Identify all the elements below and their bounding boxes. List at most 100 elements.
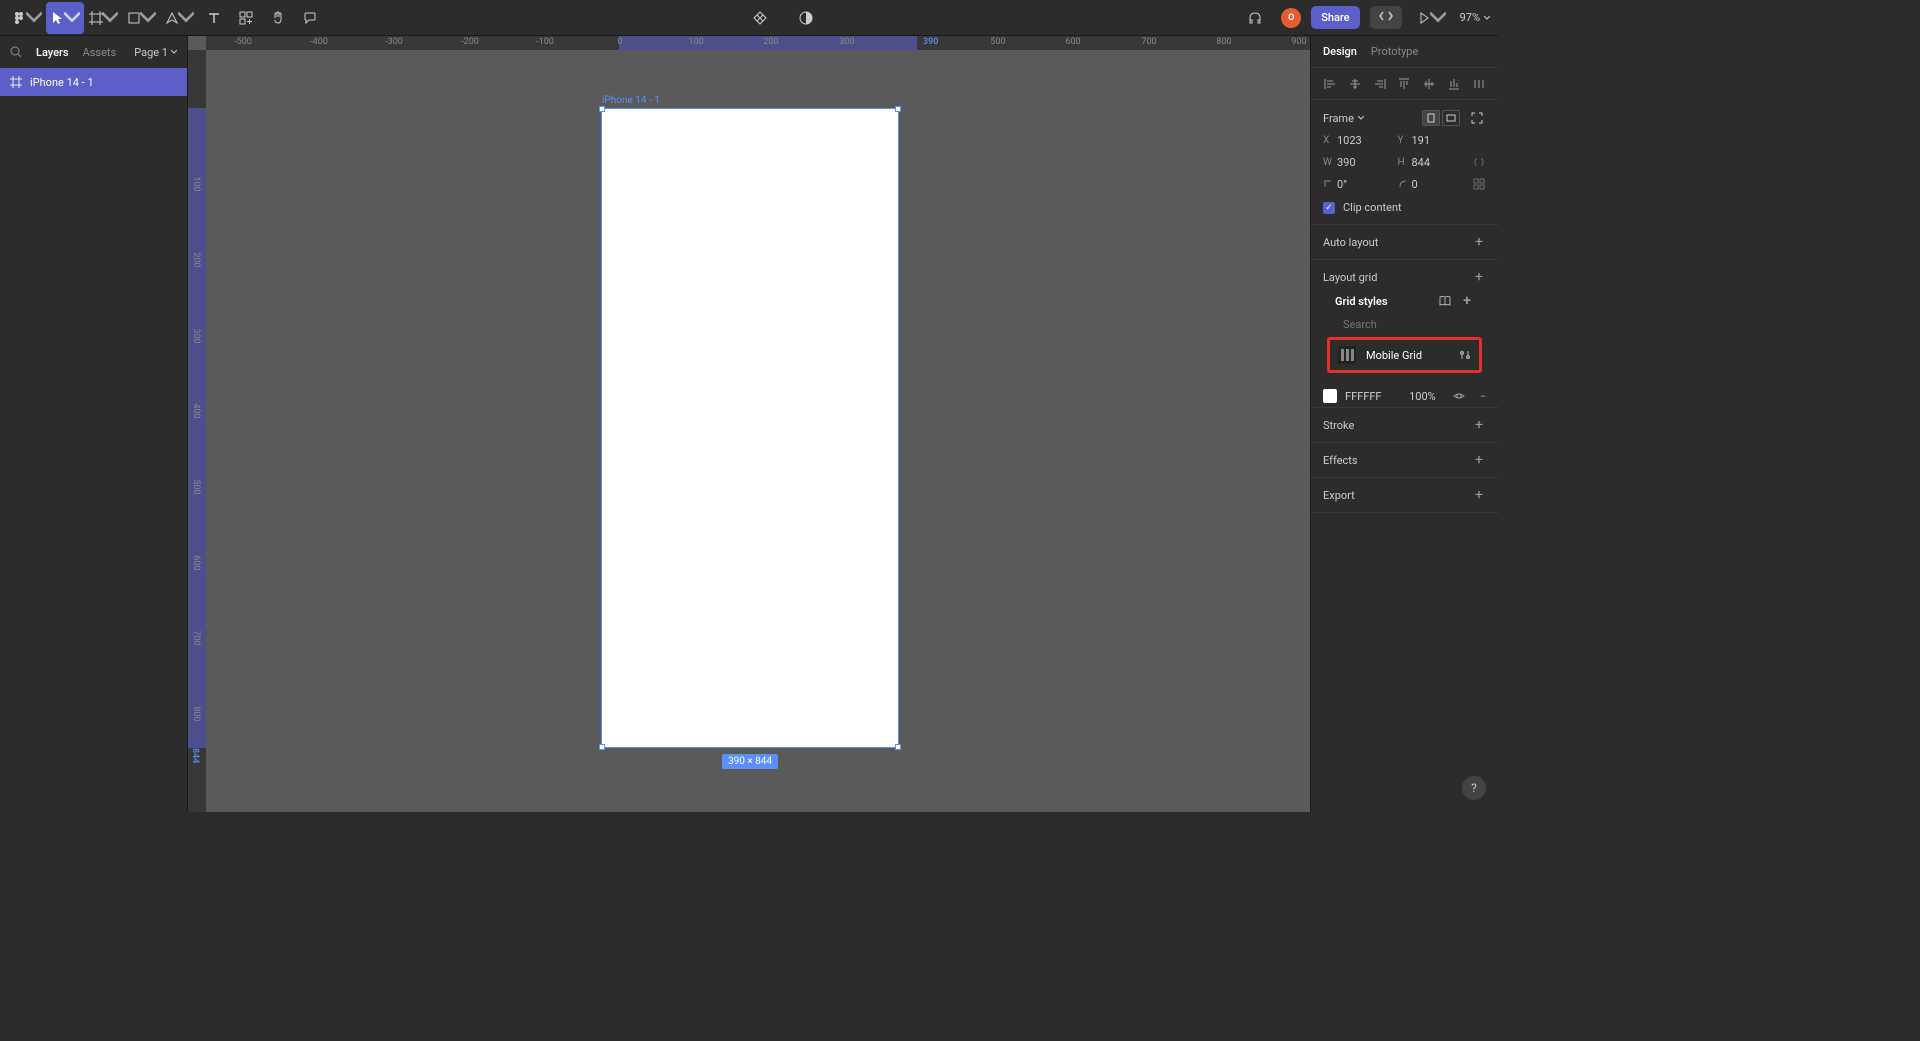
resize-handle-br[interactable] <box>895 744 901 750</box>
align-row <box>1311 68 1498 100</box>
component-icon-button[interactable] <box>744 2 776 34</box>
align-hcenter-button[interactable] <box>1346 75 1364 93</box>
ruler-tick: 800 <box>191 706 201 721</box>
frame-horizontal-button[interactable] <box>1442 110 1460 126</box>
comment-tool-button[interactable] <box>294 2 326 34</box>
library-icon[interactable] <box>1438 294 1452 308</box>
clip-content-label: Clip content <box>1343 201 1402 214</box>
clip-content-checkbox[interactable] <box>1323 202 1335 214</box>
add-auto-layout-button[interactable]: + <box>1472 235 1486 249</box>
radius-input[interactable] <box>1412 178 1454 191</box>
frame-tool-button[interactable] <box>84 2 122 34</box>
ruler-v-selection <box>188 108 206 748</box>
text-tool-button[interactable] <box>198 2 230 34</box>
x-label: X <box>1323 135 1333 146</box>
text-icon <box>206 10 222 26</box>
ruler-tick: 500 <box>191 479 201 494</box>
frame-icon <box>10 76 22 88</box>
align-top-button[interactable] <box>1395 75 1413 93</box>
move-tool-button[interactable] <box>46 2 84 34</box>
rotation-input[interactable] <box>1337 178 1379 191</box>
headphones-icon <box>1247 10 1263 26</box>
canvas-area[interactable]: -500 -400 -300 -200 -100 0 100 200 300 3… <box>188 36 1310 812</box>
layer-item-frame[interactable]: iPhone 14 - 1 <box>0 68 187 96</box>
add-stroke-button[interactable]: + <box>1472 418 1486 432</box>
ruler-tick: -300 <box>385 37 403 47</box>
layer-name-label: iPhone 14 - 1 <box>30 76 94 89</box>
w-input[interactable] <box>1337 156 1379 169</box>
main-menu-button[interactable] <box>8 2 46 34</box>
ruler-tick: -400 <box>310 37 328 47</box>
zoom-value: 97% <box>1460 11 1480 24</box>
frame-section-title[interactable]: Frame <box>1323 112 1364 125</box>
align-bottom-button[interactable] <box>1445 75 1463 93</box>
ruler-tick: 400 <box>191 403 201 418</box>
toolbar-right: O Share 97% <box>1239 2 1490 34</box>
dimensions-badge: 390 × 844 <box>722 754 778 769</box>
chevron-down-icon <box>1358 116 1364 120</box>
page-selector[interactable]: Page 1 <box>134 46 177 59</box>
ruler-tick: 100 <box>191 176 201 191</box>
ruler-tick: -100 <box>536 37 554 47</box>
layers-tab[interactable]: Layers <box>36 46 69 59</box>
link-dimensions-icon[interactable] <box>1472 155 1486 169</box>
add-effect-button[interactable]: + <box>1472 453 1486 467</box>
help-button[interactable]: ? <box>1462 776 1486 800</box>
frame-label[interactable]: iPhone 14 - 1 <box>602 95 660 106</box>
selected-frame[interactable]: iPhone 14 - 1 390 × 844 <box>601 108 899 748</box>
effects-section: Effects + <box>1311 443 1498 478</box>
search-icon[interactable] <box>10 46 22 58</box>
ruler-tick: 500 <box>990 37 1005 47</box>
fill-hex-value[interactable]: FFFFFF <box>1345 390 1401 403</box>
add-export-button[interactable]: + <box>1472 488 1486 502</box>
grid-styles-title: Grid styles <box>1335 295 1388 308</box>
half-circle-icon <box>798 10 814 26</box>
share-button[interactable]: Share <box>1311 6 1359 29</box>
frame-vertical-button[interactable] <box>1422 110 1440 126</box>
ruler-tick: 100 <box>688 37 703 47</box>
prototype-tab[interactable]: Prototype <box>1371 45 1418 58</box>
more-align-button[interactable] <box>1470 75 1488 93</box>
resize-handle-tr[interactable] <box>895 106 901 112</box>
h-label: H <box>1398 157 1408 168</box>
ruler-tick: 600 <box>1065 37 1080 47</box>
chevron-down-icon <box>140 10 156 26</box>
independent-corners-icon[interactable] <box>1472 177 1486 191</box>
remove-fill-button[interactable]: − <box>1480 390 1486 403</box>
create-grid-style-button[interactable]: + <box>1460 294 1474 308</box>
align-right-button[interactable] <box>1371 75 1389 93</box>
hand-icon <box>270 10 286 26</box>
fill-swatch[interactable] <box>1323 389 1337 403</box>
visibility-icon[interactable] <box>1452 389 1466 403</box>
hand-tool-button[interactable] <box>262 2 294 34</box>
ruler-tick: 800 <box>1216 37 1231 47</box>
adjust-icon[interactable] <box>1459 349 1471 361</box>
user-avatar[interactable]: O <box>1281 8 1301 28</box>
resize-handle-bl[interactable] <box>599 744 605 750</box>
design-tab[interactable]: Design <box>1323 45 1357 58</box>
align-vcenter-button[interactable] <box>1420 75 1438 93</box>
assets-tab[interactable]: Assets <box>83 46 117 59</box>
add-layout-grid-button[interactable]: + <box>1472 270 1486 284</box>
y-input[interactable] <box>1412 134 1454 147</box>
grid-style-mobile-grid[interactable]: Mobile Grid <box>1327 337 1482 373</box>
x-input[interactable] <box>1337 134 1379 147</box>
align-left-button[interactable] <box>1321 75 1339 93</box>
dev-mode-button[interactable] <box>1370 6 1402 29</box>
grid-style-search-input[interactable] <box>1343 318 1483 331</box>
audio-button[interactable] <box>1239 2 1271 34</box>
resize-handle-tl[interactable] <box>599 106 605 112</box>
h-input[interactable] <box>1412 156 1454 169</box>
pen-tool-button[interactable] <box>160 2 198 34</box>
page-name: Page 1 <box>134 46 168 59</box>
fill-opacity-value[interactable]: 100% <box>1409 390 1436 403</box>
resize-to-fit-button[interactable] <box>1468 110 1486 126</box>
resources-button[interactable] <box>230 2 262 34</box>
shape-tool-button[interactable] <box>122 2 160 34</box>
theme-toggle-button[interactable] <box>790 2 822 34</box>
ruler-horizontal: -500 -400 -300 -200 -100 0 100 200 300 3… <box>206 36 1310 50</box>
present-button[interactable] <box>1412 2 1450 34</box>
ruler-tick: -500 <box>234 37 252 47</box>
zoom-dropdown[interactable]: 97% <box>1460 11 1490 24</box>
effects-title: Effects <box>1323 454 1358 467</box>
